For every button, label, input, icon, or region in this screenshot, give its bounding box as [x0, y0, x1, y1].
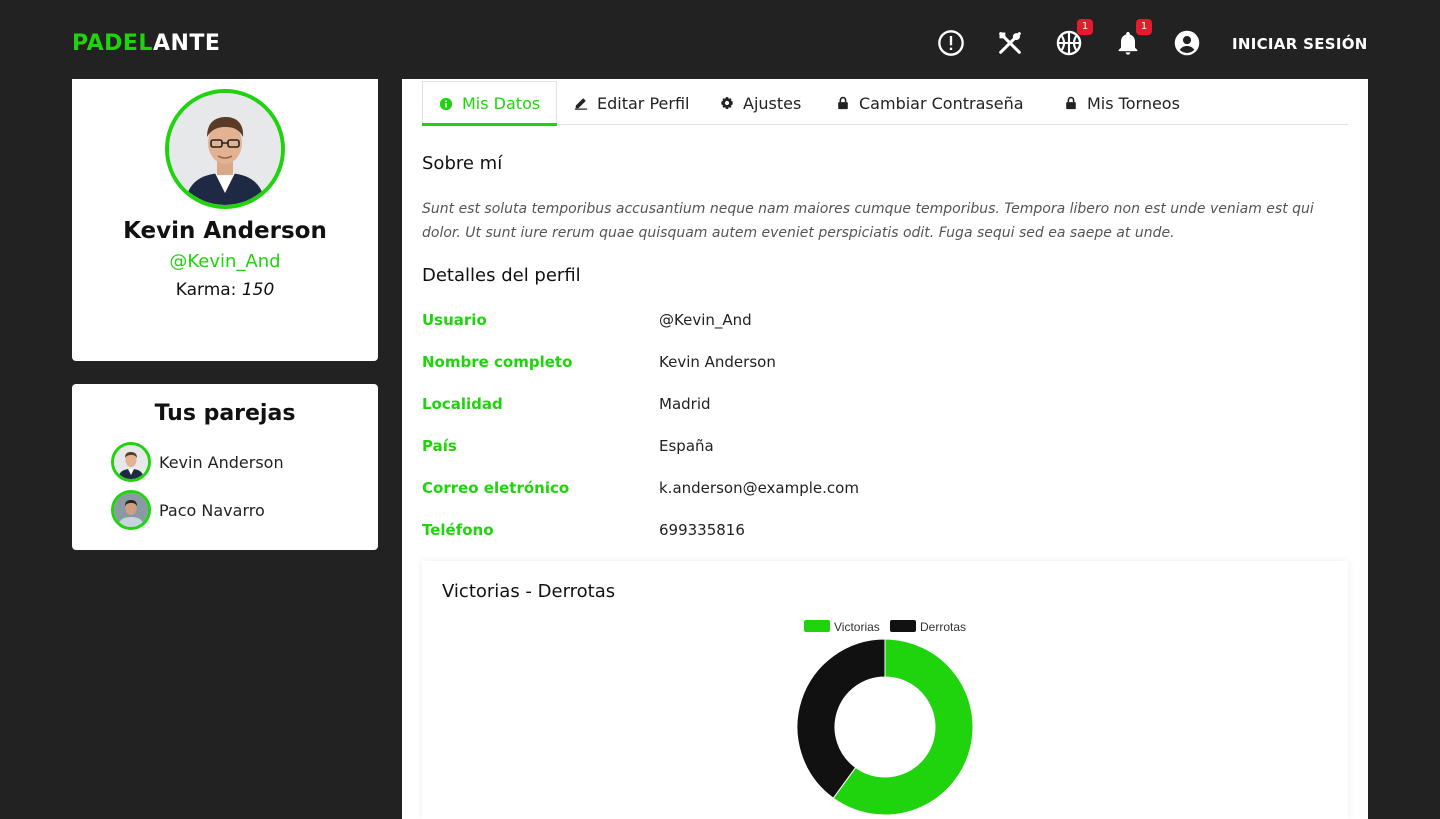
tab-label: Ajustes	[743, 93, 802, 113]
tab-mis-datos[interactable]: Mis Datos	[422, 81, 558, 126]
tab-editar-perfil[interactable]: Editar Perfil	[574, 81, 689, 125]
account-circle-icon[interactable]	[1173, 29, 1201, 57]
donut-chart: Victorias Derrotas	[796, 620, 974, 816]
about-title: Sobre mí	[422, 153, 503, 174]
tab-mis-torneos[interactable]: Mis Torneos	[1064, 81, 1180, 125]
details-title: Detalles del perfil	[422, 265, 581, 286]
lock-icon	[1066, 96, 1076, 110]
detail-value-nombre: Kevin Anderson	[659, 353, 776, 371]
tab-label: Mis Datos	[462, 94, 541, 113]
wins-losses-chart-card: Victorias - Derrotas Victorias Derrotas	[422, 561, 1348, 819]
bell-icon[interactable]: 1	[1114, 19, 1152, 57]
detail-value-localidad: Madrid	[659, 395, 711, 413]
profile-karma: Karma: 150	[72, 280, 378, 300]
detail-value-usuario: @Kevin_And	[659, 311, 752, 329]
tools-icon[interactable]	[996, 29, 1024, 57]
partner-avatar	[111, 490, 151, 530]
profile-username: @Kevin_And	[169, 251, 281, 272]
detail-label-correo: Correo eletrónico	[422, 479, 570, 497]
brand-logo[interactable]: PADELANTE	[72, 31, 220, 56]
detail-label-usuario: Usuario	[422, 311, 487, 329]
logo-part-padel: PADEL	[72, 31, 153, 56]
sport-badge: 1	[1077, 19, 1093, 35]
profile-name: Kevin Anderson	[123, 218, 327, 244]
profile-card: Kevin Anderson @Kevin_And Karma: 150	[72, 79, 378, 361]
partner-item[interactable]: Kevin Anderson	[111, 442, 284, 482]
detail-value-telefono: 699335816	[659, 521, 745, 539]
detail-label-localidad: Localidad	[422, 395, 503, 413]
pencil-icon	[574, 98, 588, 110]
tab-label: Mis Torneos	[1087, 93, 1180, 113]
partners-title: Tus parejas	[154, 401, 296, 426]
top-navbar: PADELANTE 1 1 INICIAR SESIÓN	[0, 0, 1440, 79]
karma-label: Karma:	[175, 280, 237, 300]
partner-name: Paco Navarro	[159, 500, 265, 520]
info-icon	[439, 97, 453, 110]
gear-icon	[721, 96, 733, 110]
donut-slice-derrotas[interactable]	[796, 638, 886, 799]
main-panel: Mis Datos Editar Perfil Ajustes Cambiar …	[402, 79, 1368, 819]
lock-icon	[838, 96, 848, 110]
partner-name: Kevin Anderson	[159, 452, 284, 472]
legend-label-victorias[interactable]: Victorias	[834, 620, 880, 634]
alert-circle-icon[interactable]	[937, 29, 965, 57]
tab-cambiar-contrasena[interactable]: Cambiar Contraseña	[836, 81, 1024, 125]
tab-ajustes[interactable]: Ajustes	[720, 81, 801, 125]
karma-value: 150	[241, 280, 275, 300]
detail-label-pais: País	[422, 437, 457, 455]
basketball-icon[interactable]: 1	[1055, 19, 1093, 57]
legend-swatch-derrotas[interactable]	[890, 620, 916, 632]
legend-label-derrotas[interactable]: Derrotas	[920, 620, 966, 634]
partner-avatar	[111, 442, 151, 482]
partners-card: Tus parejas Kevin Anderson Paco Navarro	[72, 384, 378, 550]
tab-label: Cambiar Contraseña	[859, 93, 1024, 113]
detail-value-pais: España	[659, 437, 714, 455]
detail-label-nombre: Nombre completo	[422, 353, 573, 371]
detail-label-telefono: Teléfono	[422, 521, 494, 539]
legend-swatch-victorias[interactable]	[804, 620, 830, 632]
notification-badge: 1	[1136, 19, 1152, 35]
tab-label: Editar Perfil	[597, 93, 690, 113]
logo-part-ante: ANTE	[152, 31, 221, 56]
about-text: Sunt est soluta temporibus accusantium n…	[422, 201, 1314, 241]
detail-value-correo: k.anderson@example.com	[659, 479, 859, 497]
login-button[interactable]: INICIAR SESIÓN	[1232, 35, 1368, 53]
profile-avatar	[165, 89, 285, 209]
partner-item[interactable]: Paco Navarro	[111, 490, 265, 530]
profile-tabs: Mis Datos Editar Perfil Ajustes Cambiar …	[422, 81, 1348, 126]
